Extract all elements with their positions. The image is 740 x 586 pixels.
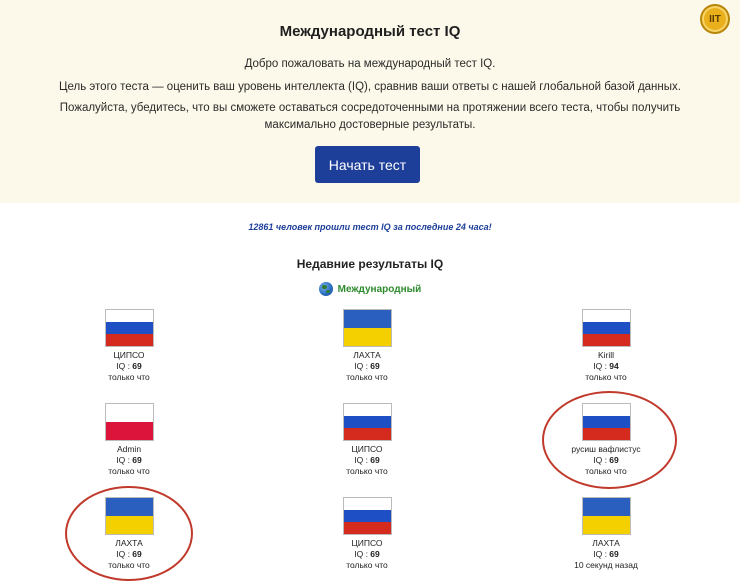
region-selector[interactable]: Международный xyxy=(0,282,740,296)
result-item: ЛАХТА IQ : 69 только что xyxy=(287,309,447,383)
intro-banner: Международный тест IQ Добро пожаловать н… xyxy=(0,0,740,203)
result-name: ЛАХТА xyxy=(353,350,381,360)
poland-flag-icon xyxy=(104,403,154,441)
start-test-button[interactable]: Начать тест xyxy=(315,146,420,183)
russia-flag-icon xyxy=(342,403,392,441)
region-label: Международный xyxy=(337,283,422,295)
result-iq: IQ : 69 xyxy=(116,361,142,371)
result-name: ЦИПСО xyxy=(113,350,145,360)
result-name: ЛАХТА xyxy=(592,538,620,548)
tests-taken-note: 12861 человек прошли тест IQ за последни… xyxy=(248,222,492,232)
recent-results-title: Недавние результаты IQ xyxy=(296,257,444,271)
focus-text: Пожалуйста, убедитесь, что вы сможете ос… xyxy=(59,102,681,131)
result-time: 10 секунд назад xyxy=(574,560,638,570)
result-time: только что xyxy=(108,466,150,476)
result-iq: IQ : 69 xyxy=(593,549,619,559)
iit-logo-icon[interactable]: IIT xyxy=(700,4,730,34)
result-iq: IQ : 94 xyxy=(593,361,619,371)
ukraine-flag-icon xyxy=(581,497,631,535)
result-time: только что xyxy=(108,372,150,382)
russia-flag-icon xyxy=(342,497,392,535)
goal-text: Цель этого теста — оценить ваш уровень и… xyxy=(59,81,681,93)
result-item: Admin IQ : 69 только что xyxy=(49,403,209,477)
annotation-circle xyxy=(65,486,193,581)
result-item: ЦИПСО IQ : 69 только что xyxy=(287,403,447,477)
globe-icon xyxy=(318,282,333,296)
result-time: только что xyxy=(346,466,388,476)
result-iq: IQ : 69 xyxy=(354,455,380,465)
page-title: Международный тест IQ xyxy=(279,23,461,40)
result-item: ЛАХТА IQ : 69 10 секунд назад xyxy=(526,497,686,571)
result-item: ЦИПСО IQ : 69 только что xyxy=(49,309,209,383)
result-name: Admin xyxy=(116,444,142,454)
welcome-text: Добро пожаловать на международный тест I… xyxy=(244,58,496,70)
result-iq: IQ : 69 xyxy=(354,549,380,559)
annotation-circle xyxy=(542,391,677,489)
result-iq: IQ : 69 xyxy=(116,455,142,465)
ukraine-flag-icon xyxy=(342,309,392,347)
result-name: Kirill xyxy=(597,350,615,360)
result-time: только что xyxy=(346,372,388,382)
result-item: ЦИПСО IQ : 69 только что xyxy=(287,497,447,571)
result-item: Kirill IQ : 94 только что xyxy=(526,309,686,383)
result-name: ЦИПСО xyxy=(351,538,383,548)
result-iq: IQ : 69 xyxy=(354,361,380,371)
result-time: только что xyxy=(346,560,388,570)
result-time: только что xyxy=(585,372,627,382)
russia-flag-icon xyxy=(581,309,631,347)
russia-flag-icon xyxy=(104,309,154,347)
result-name: ЦИПСО xyxy=(351,444,383,454)
